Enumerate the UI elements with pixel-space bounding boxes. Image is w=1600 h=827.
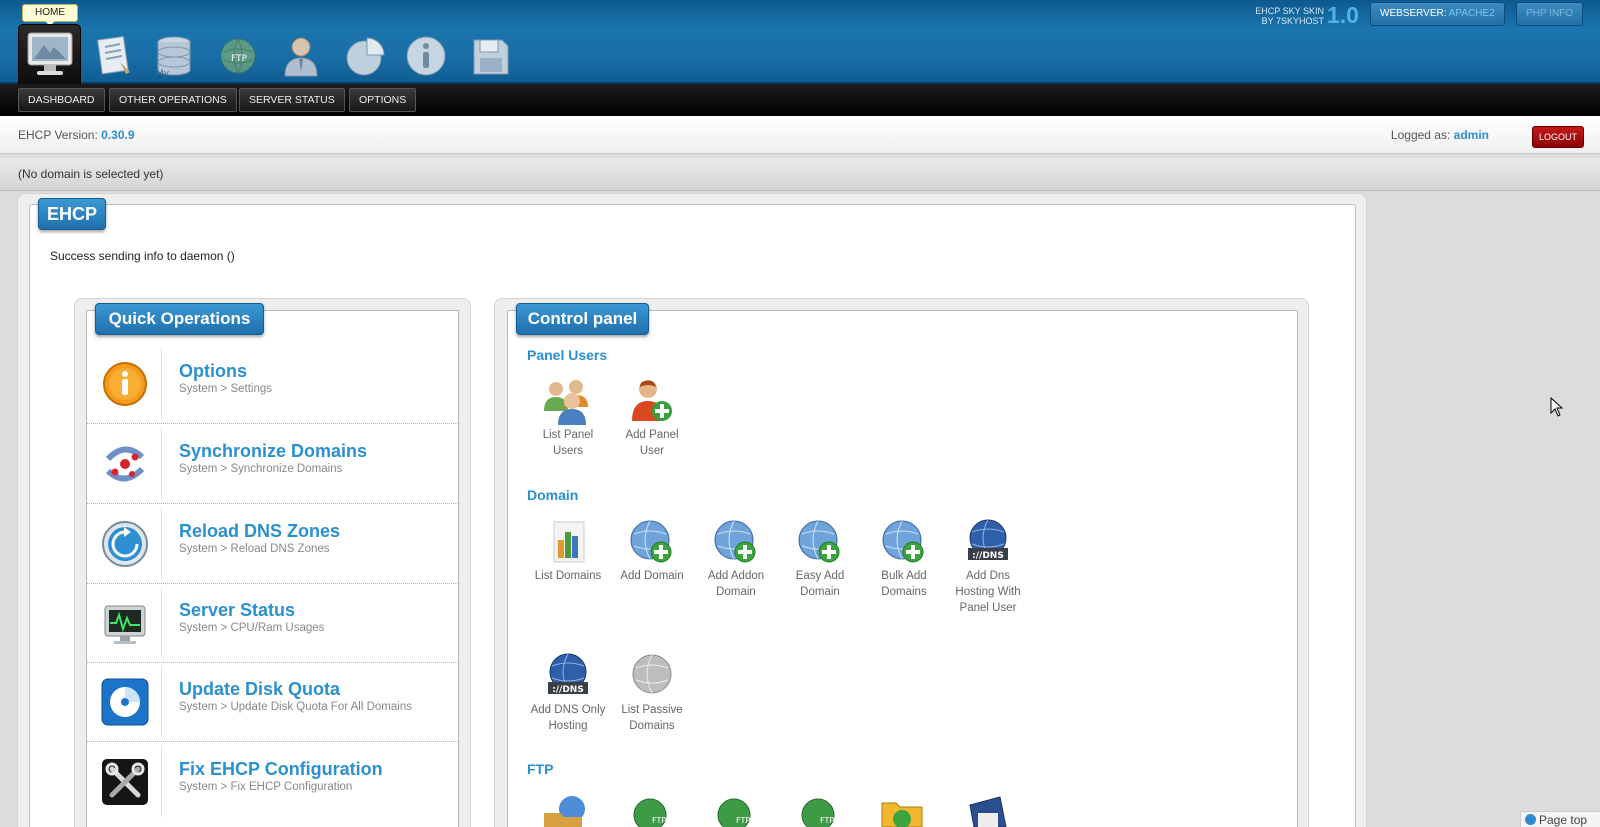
list-panel-users[interactable]: List Panel Users — [526, 377, 610, 457]
home-tooltip: HOME — [22, 4, 78, 26]
ftp-folder-icon[interactable] — [542, 795, 590, 827]
arrow-up-icon — [1525, 814, 1536, 825]
globe-add-icon — [630, 520, 672, 563]
ftp-globe-icon[interactable]: FTP — [710, 797, 758, 827]
monitor-icon — [104, 605, 146, 644]
domain-status-text: (No domain is selected yet) — [18, 167, 164, 181]
status-message: Success sending info to daemon () — [50, 249, 235, 263]
add-domain[interactable]: Add Domain — [610, 518, 694, 582]
globe-add-icon — [882, 520, 924, 563]
quick-op-title[interactable]: Update Disk Quota — [179, 679, 340, 700]
quick-op-subtitle: System > Settings — [179, 383, 272, 395]
folder-check-icon[interactable] — [878, 795, 926, 827]
disk-icon — [101, 678, 149, 726]
section-domain: Domain — [527, 487, 579, 503]
section-panel-users: Panel Users — [527, 347, 608, 363]
svg-text:My: My — [156, 69, 170, 79]
quick-op-synchronize-domains[interactable]: Synchronize Domains System > Synchronize… — [87, 425, 458, 504]
top-header: HOME My FTP EHCP SKY SKIN BY 7SKYHOST 1.… — [0, 0, 1600, 84]
quick-op-subtitle: System > Update Disk Quota For All Domai… — [179, 701, 412, 713]
logged-user-link[interactable]: admin — [1454, 128, 1489, 142]
quick-op-subtitle: System > CPU/Ram Usages — [179, 622, 325, 634]
quick-ops-title: Quick Operations — [95, 303, 264, 335]
add-user-icon — [632, 380, 672, 421]
menu-other-operations[interactable]: OTHER OPERATIONS — [109, 88, 237, 112]
skin-credit: EHCP SKY SKIN BY 7SKYHOST — [1255, 6, 1324, 26]
user-icon[interactable] — [277, 32, 325, 80]
mysql-database-icon[interactable]: My — [150, 32, 198, 80]
dns-globe-icon: ://DNS — [968, 519, 1008, 561]
info-bar: EHCP Version: 0.30.9 Logged as: admin — [0, 116, 1600, 154]
ftp-globe-icon[interactable]: FTP — [214, 32, 262, 80]
quick-op-options[interactable]: Options System > Settings — [87, 345, 458, 424]
menu-server-status[interactable]: SERVER STATUS — [239, 88, 345, 112]
info-icon[interactable] — [402, 32, 450, 80]
quick-op-subtitle: System > Synchronize Domains — [179, 463, 343, 475]
quick-op-title[interactable]: Server Status — [179, 600, 295, 621]
sync-icon — [105, 446, 145, 482]
bulk-add-domains[interactable]: Bulk Add Domains — [862, 518, 946, 598]
list-domains[interactable]: List Domains — [526, 518, 610, 582]
webserver-button[interactable]: WEBSERVER: APACHE2 — [1370, 2, 1505, 26]
list-passive-domains[interactable]: List Passive Domains — [610, 652, 694, 732]
pie-chart-icon[interactable] — [340, 32, 388, 80]
mouse-cursor-icon — [1550, 397, 1564, 417]
quick-op-title[interactable]: Options — [179, 361, 247, 382]
globe-add-icon — [714, 520, 756, 563]
svg-text:FTP: FTP — [231, 54, 248, 64]
logout-button[interactable]: LOGOUT — [1532, 126, 1584, 148]
tools-icon — [102, 759, 148, 805]
ftp-document-icon[interactable] — [962, 795, 1010, 827]
quick-op-fix-ehcp[interactable]: Fix EHCP Configuration System > Fix EHCP… — [87, 743, 458, 822]
page-top-button[interactable]: Page top — [1520, 811, 1600, 827]
home-monitor-icon — [27, 32, 73, 75]
dns-globe-icon: ://DNS — [548, 653, 588, 695]
skin-version: 1.0 — [1327, 2, 1359, 28]
quick-op-subtitle: System > Reload DNS Zones — [179, 543, 330, 555]
add-addon-domain[interactable]: Add Addon Domain — [694, 518, 778, 598]
add-panel-user[interactable]: Add Panel User — [610, 377, 694, 457]
svg-text:FTP: FTP — [736, 816, 750, 825]
svg-text:FTP: FTP — [820, 816, 834, 825]
floppy-disk-icon[interactable] — [466, 32, 514, 80]
main-panel-title: EHCP — [38, 198, 106, 230]
php-info-button[interactable]: PHP INFO — [1516, 2, 1584, 26]
control-panel-title: Control panel — [516, 303, 649, 335]
info-icon — [103, 362, 147, 406]
add-dns-only-hosting[interactable]: ://DNS Add DNS Only Hosting — [526, 652, 610, 732]
users-group-icon — [544, 380, 588, 425]
main-menu-bar: DASHBOARD OTHER OPERATIONS SERVER STATUS… — [0, 84, 1600, 116]
quick-op-reload-dns[interactable]: Reload DNS Zones System > Reload DNS Zon… — [87, 505, 458, 584]
svg-text:FTP: FTP — [652, 816, 666, 825]
menu-dashboard[interactable]: DASHBOARD — [18, 88, 105, 112]
document-icon[interactable] — [90, 32, 138, 80]
quick-op-update-disk-quota[interactable]: Update Disk Quota System > Update Disk Q… — [87, 663, 458, 742]
ftp-globe-icon[interactable]: FTP — [794, 797, 842, 827]
quick-op-server-status[interactable]: Server Status System > CPU/Ram Usages — [87, 584, 458, 663]
section-ftp: FTP — [527, 761, 554, 777]
globe-add-icon — [798, 520, 840, 563]
domain-status-bar: (No domain is selected yet) — [0, 158, 1600, 191]
quick-op-title[interactable]: Synchronize Domains — [179, 441, 367, 462]
reload-icon — [102, 521, 148, 567]
add-dns-hosting-with-panel-user[interactable]: ://DNS Add Dns Hosting With Panel User — [946, 518, 1030, 614]
svg-text:://DNS: ://DNS — [972, 551, 1004, 561]
svg-text:://DNS: ://DNS — [552, 685, 584, 695]
easy-add-domain[interactable]: Easy Add Domain — [778, 518, 862, 598]
gray-globe-icon — [632, 654, 672, 694]
menu-options[interactable]: OPTIONS — [349, 88, 417, 112]
quick-op-title[interactable]: Fix EHCP Configuration — [179, 759, 383, 780]
bar-chart-icon — [553, 521, 585, 563]
ftp-globe-icon[interactable]: FTP — [626, 797, 674, 827]
logged-as: Logged as: admin — [1390, 128, 1489, 142]
quick-op-title[interactable]: Reload DNS Zones — [179, 521, 340, 542]
ehcp-version: EHCP Version: 0.30.9 — [18, 128, 135, 142]
home-nav-tile[interactable] — [18, 24, 81, 84]
quick-op-subtitle: System > Fix EHCP Configuration — [179, 781, 353, 793]
